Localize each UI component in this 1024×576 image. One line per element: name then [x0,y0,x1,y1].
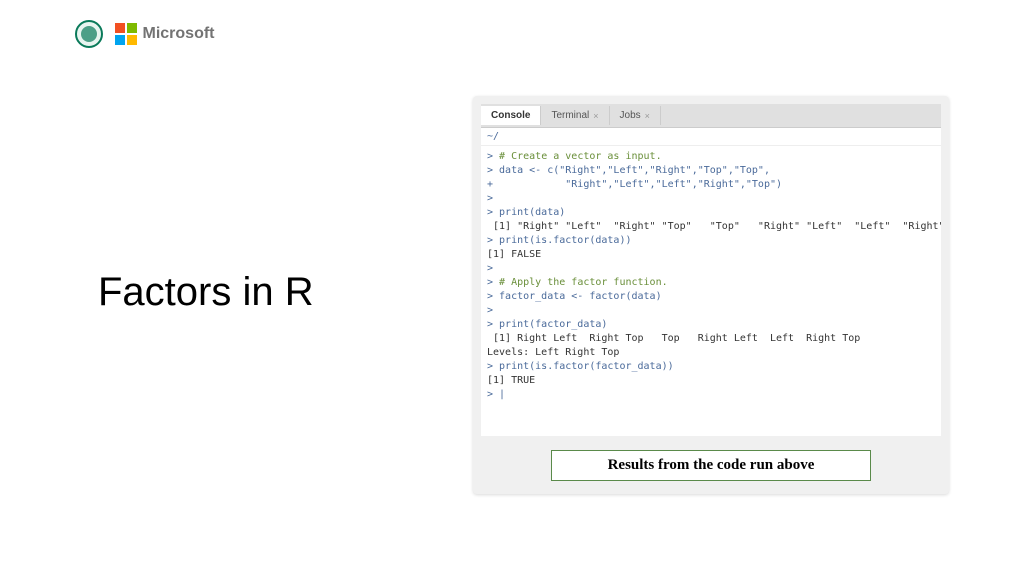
tab-terminal[interactable]: Terminal × [541,106,609,125]
tab-console-label: Console [491,110,530,121]
institution-seal-icon [75,20,103,48]
tab-jobs[interactable]: Jobs × [610,106,661,125]
working-directory-path: ~/ [487,131,499,142]
slide-title: Factors in R [98,270,314,315]
header-logos: Microsoft [75,20,215,48]
console-tabs-bar: Console Terminal × Jobs × [481,104,941,128]
tab-jobs-label: Jobs [620,110,641,121]
rstudio-panel: Console Terminal × Jobs × ~/ > # Create … [473,96,949,494]
caption-text: Results from the code run above [608,457,815,473]
close-icon[interactable]: × [593,111,598,121]
working-directory-bar: ~/ [481,128,941,146]
console-output[interactable]: > # Create a vector as input. > data <- … [481,146,941,436]
tab-terminal-label: Terminal [551,110,589,121]
microsoft-squares-icon [115,23,137,45]
caption-box: Results from the code run above [551,450,871,481]
tab-console[interactable]: Console [481,106,541,125]
microsoft-label: Microsoft [143,25,215,43]
close-icon[interactable]: × [645,111,650,121]
microsoft-logo: Microsoft [115,23,215,45]
